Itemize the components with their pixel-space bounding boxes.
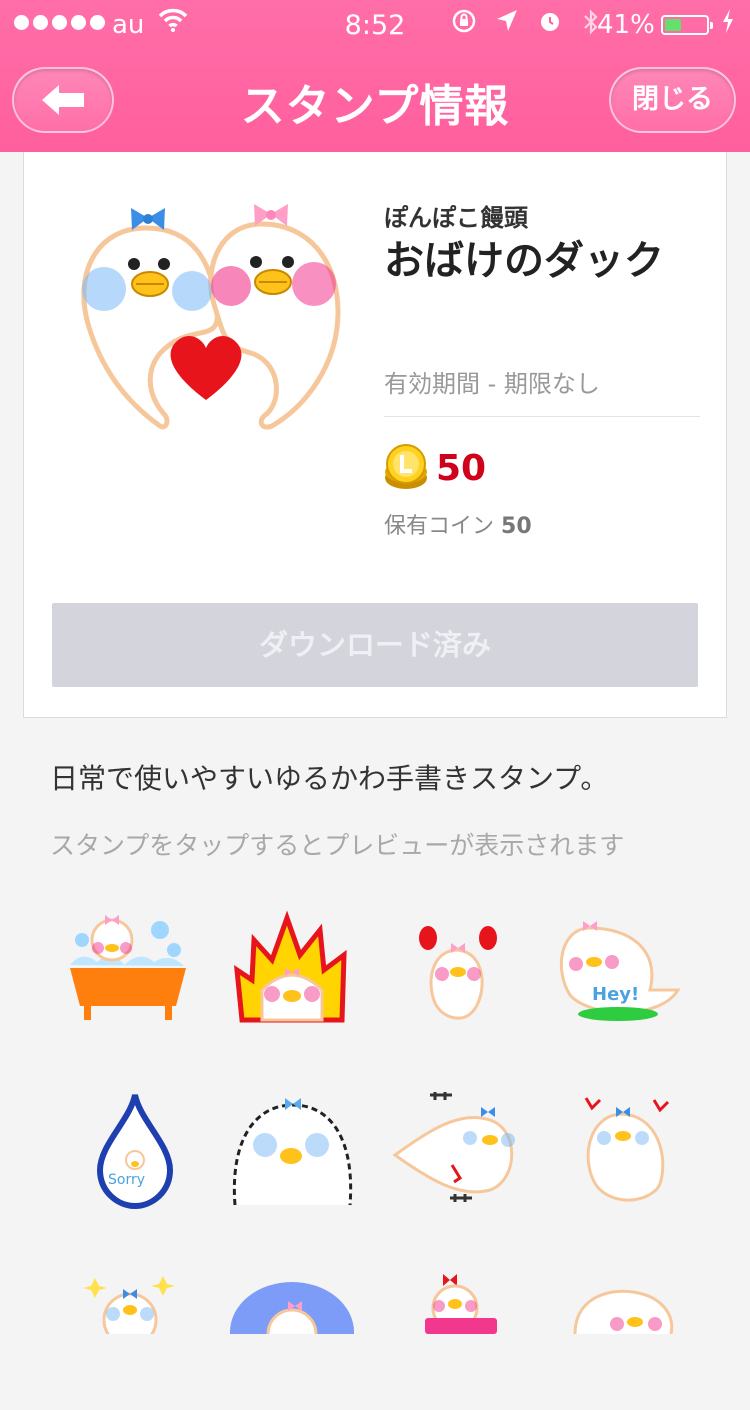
preview-hint: スタンプをタップするとプレビューが表示されます bbox=[50, 831, 625, 860]
rotation-lock-icon bbox=[452, 9, 476, 41]
status-bar: au 8:52 41% bbox=[0, 0, 750, 50]
sorry-text: Sorry bbox=[108, 1172, 145, 1188]
battery-percentage: 41% bbox=[597, 10, 655, 40]
owned-coins: 保有コイン 50 bbox=[384, 508, 532, 540]
battery-icon bbox=[661, 15, 713, 35]
sticker-price: 50 bbox=[436, 448, 487, 489]
sticker-description: 日常で使いやすいゆるかわ手書きスタンプ。 bbox=[50, 762, 609, 795]
alarm-icon bbox=[538, 9, 562, 41]
sticker-thumbnail[interactable] bbox=[400, 910, 550, 1050]
sticker-thumbnail[interactable] bbox=[568, 1090, 718, 1230]
sticker-thumbnail[interactable] bbox=[232, 910, 382, 1050]
sticker-thumbnail[interactable] bbox=[225, 1090, 375, 1230]
sticker-name: おばけのダック bbox=[384, 238, 664, 284]
sticker-grid: Hey! Sorry bbox=[0, 895, 750, 1382]
status-icons bbox=[452, 9, 600, 41]
coin-icon bbox=[382, 444, 430, 496]
download-button[interactable]: ダウンロード済み bbox=[52, 603, 698, 687]
header-bar: au 8:52 41% スタンプ情報 閉じる bbox=[0, 0, 750, 152]
sticker-thumbnail[interactable]: Hey! bbox=[550, 910, 700, 1050]
sticker-info-card: ぽんぽこ饅頭 おばけのダック 有効期間 - 期限なし 50 保有コイン 50 ダ… bbox=[23, 152, 727, 718]
owned-coins-label: 保有コイン bbox=[384, 514, 495, 539]
sticker-thumbnail[interactable] bbox=[390, 1090, 540, 1230]
sticker-thumbnail[interactable] bbox=[225, 1270, 375, 1410]
sticker-author[interactable]: ぽんぽこ饅頭 bbox=[384, 198, 528, 233]
divider bbox=[384, 416, 700, 417]
close-button[interactable]: 閉じる bbox=[609, 67, 736, 133]
owned-coins-value: 50 bbox=[501, 514, 532, 539]
hey-text: Hey! bbox=[592, 984, 639, 1005]
validity-period: 有効期間 - 期限なし bbox=[384, 370, 600, 398]
sticker-thumbnail[interactable] bbox=[62, 910, 212, 1050]
main-sticker-image[interactable] bbox=[76, 194, 346, 468]
sticker-thumbnail[interactable]: Sorry bbox=[90, 1090, 240, 1230]
sticker-thumbnail[interactable] bbox=[415, 1270, 565, 1410]
location-icon bbox=[496, 9, 518, 41]
charging-icon bbox=[722, 8, 734, 40]
sticker-thumbnail[interactable] bbox=[565, 1270, 715, 1410]
sticker-thumbnail[interactable] bbox=[75, 1270, 225, 1410]
